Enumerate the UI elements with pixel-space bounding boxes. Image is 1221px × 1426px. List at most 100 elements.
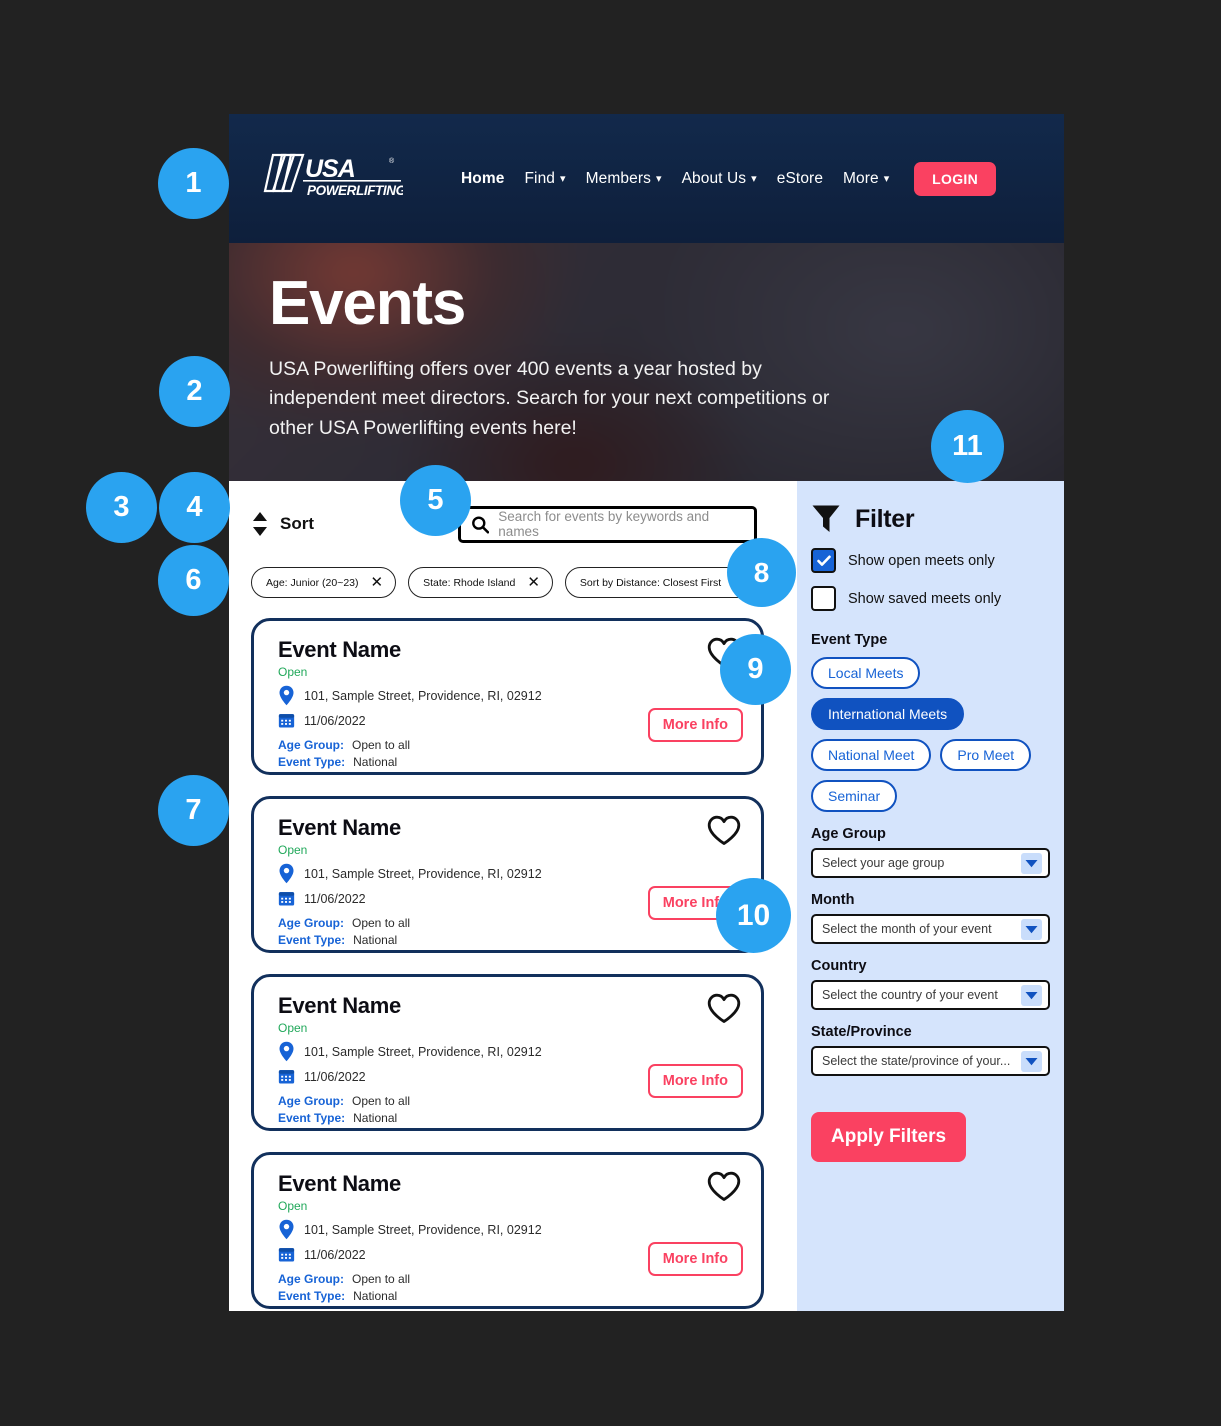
svg-text:POWERLIFTING: POWERLIFTING	[307, 183, 403, 198]
pill-seminar[interactable]: Seminar	[811, 780, 898, 812]
sort-button[interactable]: Sort	[251, 511, 314, 537]
save-event-button[interactable]	[707, 815, 741, 851]
heart-icon	[707, 993, 741, 1023]
event-address: 101, Sample Street, Providence, RI, 0291…	[304, 688, 542, 703]
calendar-icon	[278, 1070, 295, 1084]
filter-icon	[812, 505, 840, 532]
event-address: 101, Sample Street, Providence, RI, 0291…	[304, 1044, 542, 1059]
filter-chip-sort-label: Sort by Distance: Closest First	[579, 576, 722, 589]
state-province-select[interactable]: Select the state/province of your...	[811, 1046, 1050, 1076]
close-icon[interactable]: ✕	[371, 575, 384, 590]
filter-chip-state-label: State: Rhode Island	[423, 576, 516, 589]
event-status: Open	[278, 1199, 308, 1213]
filter-chip-age[interactable]: Age: Junior (20~23) ✕	[251, 567, 397, 598]
save-event-button[interactable]	[707, 1171, 741, 1207]
month-select[interactable]: Select the month of your event	[811, 914, 1050, 944]
site-navbar: USA ® POWERLIFTING Home Find ▾ Members ▾	[229, 114, 1064, 243]
sort-arrows-icon	[253, 512, 267, 536]
close-icon[interactable]: ✕	[527, 575, 540, 590]
age-group-select-value: Select your age group	[822, 856, 945, 870]
event-type-group-label: Event Type	[811, 632, 888, 648]
more-info-button[interactable]: More Info	[647, 1064, 743, 1098]
nav-item-about-us[interactable]: About Us ▾	[682, 170, 757, 188]
annotation-bubble-4: 4	[159, 472, 230, 543]
event-card[interactable]: Event Name Open 101, Sample Street, Prov…	[251, 618, 764, 775]
page-title: Events	[269, 269, 466, 338]
annotation-bubble-9: 9	[720, 634, 791, 705]
event-age-group-value: Open to all	[352, 738, 411, 752]
event-type-value: National	[353, 1111, 398, 1125]
chevron-down-icon: ▾	[655, 173, 662, 185]
checkbox-show-open-meets[interactable]: Show open meets only	[811, 548, 1050, 573]
month-select-value: Select the month of your event	[822, 922, 992, 936]
pill-national-meet[interactable]: National Meet	[811, 739, 932, 771]
annotation-bubble-3: 3	[86, 472, 157, 543]
more-info-button[interactable]: More Info	[647, 1242, 743, 1276]
chevron-down-icon: ▾	[751, 173, 757, 185]
nav-item-about-us-label: About Us	[681, 169, 747, 187]
content-area: Sort Search for events by keywords and n…	[229, 481, 1064, 1311]
event-location-row: 101, Sample Street, Providence, RI, 0291…	[278, 685, 741, 706]
checkbox-box[interactable]	[811, 586, 836, 611]
svg-text:USA: USA	[305, 155, 355, 183]
nav-item-home[interactable]: Home	[461, 170, 504, 188]
event-card[interactable]: Event Name Open 101, Sample Street, Prov…	[251, 974, 764, 1131]
annotation-bubble-1: 1	[158, 148, 229, 219]
nav-item-members-label: Members	[585, 169, 651, 187]
nav-item-find[interactable]: Find ▾	[524, 170, 565, 188]
nav-item-estore[interactable]: eStore	[777, 170, 823, 188]
save-event-button[interactable]	[707, 993, 741, 1029]
website-mockup: USA ® POWERLIFTING Home Find ▾ Members ▾	[229, 114, 1064, 1311]
event-location-row: 101, Sample Street, Providence, RI, 0291…	[278, 1219, 741, 1240]
map-pin-icon	[279, 863, 294, 884]
search-placeholder: Search for events by keywords and names	[498, 509, 710, 539]
check-icon	[816, 555, 831, 566]
checkbox-box[interactable]	[811, 548, 836, 573]
login-button[interactable]: LOGIN	[914, 161, 996, 196]
pill-pro-meet[interactable]: Pro Meet	[940, 739, 1032, 771]
age-group-field-label: Age Group	[811, 826, 886, 842]
month-field-label: Month	[811, 892, 855, 908]
event-title: Event Name	[278, 1171, 401, 1196]
event-card[interactable]: Event Name Open 101, Sample Street, Prov…	[251, 796, 764, 953]
annotation-bubble-2: 2	[159, 356, 230, 427]
annotation-bubble-8: 8	[727, 538, 796, 607]
event-card[interactable]: Event Name Open 101, Sample Street, Prov…	[251, 1152, 764, 1309]
event-date: 11/06/2022	[304, 891, 366, 906]
event-address: 101, Sample Street, Providence, RI, 0291…	[304, 1222, 542, 1237]
country-field-label: Country	[811, 958, 867, 974]
event-age-group-value: Open to all	[352, 1272, 411, 1286]
more-info-button[interactable]: More Info	[647, 708, 743, 742]
nav-item-members[interactable]: Members ▾	[586, 170, 662, 188]
pill-international-meets[interactable]: International Meets	[811, 698, 965, 730]
event-type-line: Event Type: National	[278, 1289, 741, 1303]
map-pin-icon	[279, 1041, 294, 1062]
chevron-down-icon: ▾	[560, 173, 566, 185]
event-type-value: National	[353, 933, 398, 947]
apply-filters-button[interactable]: Apply Filters	[811, 1112, 967, 1162]
event-meta: Age Group: Open to all Event Type: Natio…	[278, 738, 741, 769]
event-type-pills: Local Meets International Meets National…	[811, 657, 1050, 812]
pill-local-meets[interactable]: Local Meets	[811, 657, 921, 689]
checkbox-show-saved-meets[interactable]: Show saved meets only	[811, 586, 1050, 611]
filter-chip-state[interactable]: State: Rhode Island ✕	[408, 567, 553, 598]
chevron-down-icon	[1021, 918, 1042, 940]
filter-chip-age-label: Age: Junior (20~23)	[266, 576, 359, 589]
nav-item-more[interactable]: More ▾	[843, 170, 889, 188]
event-age-group-key: Age Group:	[278, 1094, 344, 1108]
event-title: Event Name	[278, 815, 401, 840]
nav-item-home-label: Home	[461, 169, 505, 187]
country-select[interactable]: Select the country of your event	[811, 980, 1050, 1010]
country-select-value: Select the country of your event	[822, 988, 998, 1002]
event-type-line: Event Type: National	[278, 933, 741, 947]
filter-title: Filter	[855, 504, 915, 533]
search-input[interactable]: Search for events by keywords and names	[458, 505, 757, 543]
checkbox-show-saved-meets-label: Show saved meets only	[848, 590, 1002, 607]
event-status: Open	[278, 843, 308, 857]
active-filter-chips: Age: Junior (20~23) ✕ State: Rhode Islan…	[251, 567, 797, 598]
calendar-icon	[278, 1248, 295, 1262]
event-type-key: Event Type:	[278, 755, 346, 769]
age-group-select[interactable]: Select your age group	[811, 848, 1050, 878]
event-type-value: National	[353, 755, 398, 769]
usa-powerlifting-logo[interactable]: USA ® POWERLIFTING	[263, 148, 403, 210]
